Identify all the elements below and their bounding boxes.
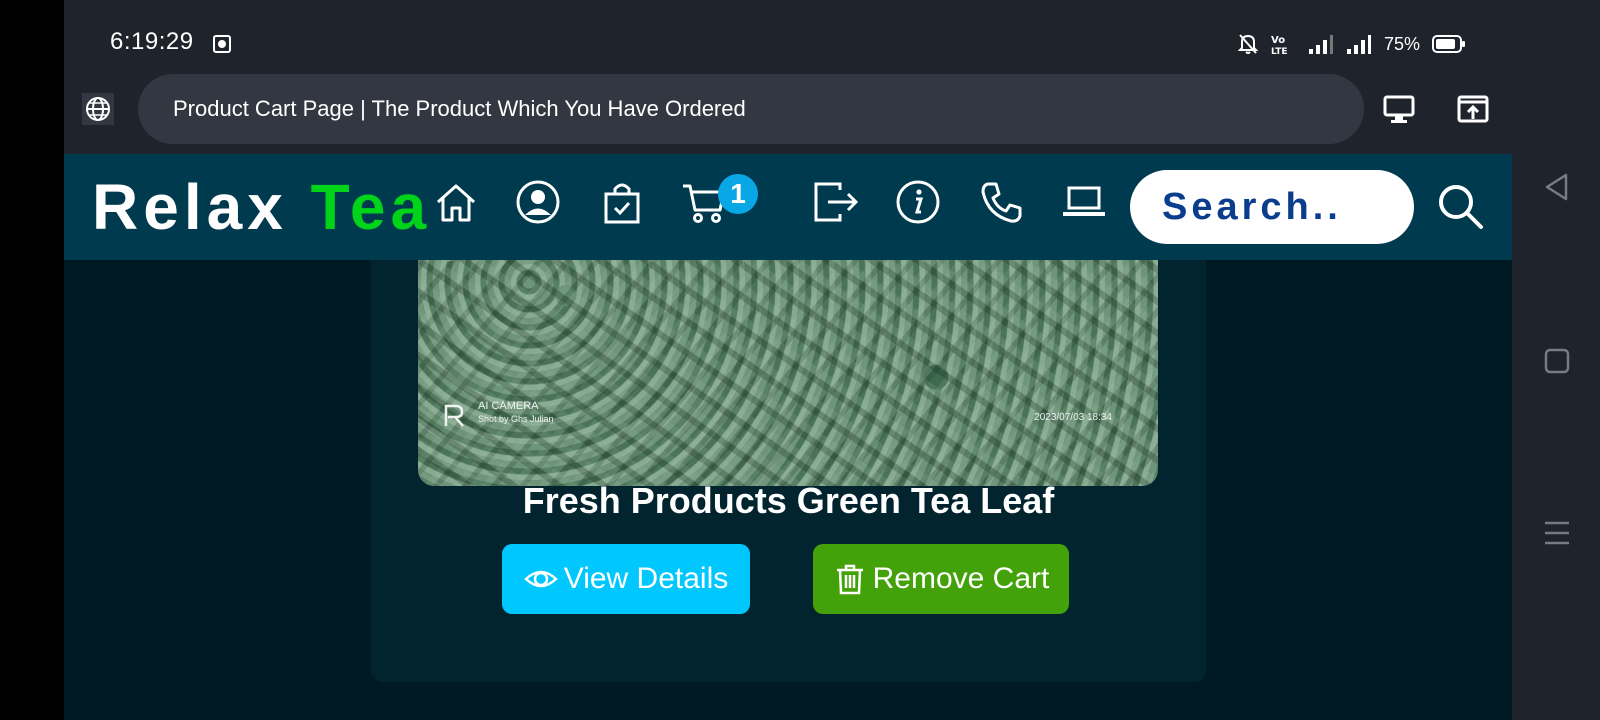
trash-icon (836, 564, 863, 595)
watermark-date: 2023/07/03 18:34 (1034, 412, 1112, 423)
home-icon[interactable] (432, 178, 480, 226)
view-details-label: View Details (563, 562, 729, 595)
watermark-subtitle: Shot by Ghs Julian (478, 414, 554, 424)
search-input[interactable]: Search.. (1130, 170, 1414, 244)
logo-text-tea: Tea (310, 171, 432, 243)
camera-brand-logo (444, 404, 464, 427)
share-icon[interactable] (1456, 92, 1490, 126)
phone-icon[interactable] (978, 178, 1026, 226)
eye-icon (523, 570, 558, 588)
battery-icon (1432, 35, 1465, 53)
status-bar: 6:19:29 Vo LTE 75% (64, 0, 1512, 72)
logout-icon[interactable] (812, 178, 860, 226)
desktop-site-icon[interactable] (1382, 92, 1416, 126)
app-notification-icon (213, 35, 231, 53)
globe-icon[interactable] (82, 93, 114, 125)
home-square-icon[interactable] (1542, 346, 1572, 376)
watermark-title: AI CAMERA (478, 400, 539, 412)
site-header: Relax Tea 1 Search.. (64, 154, 1512, 260)
cart-count-badge: 1 (718, 174, 758, 214)
notification-off-icon (1237, 34, 1258, 54)
back-icon[interactable] (1542, 172, 1572, 202)
svg-text:Vo: Vo (1271, 35, 1285, 46)
browser-toolbar: Product Cart Page | The Product Which Yo… (64, 72, 1512, 154)
signal-icon (1308, 35, 1333, 54)
status-right: Vo LTE 75% (1237, 30, 1466, 58)
view-details-button[interactable]: View Details (502, 544, 750, 614)
phone-screen: 6:19:29 Vo LTE 75% Product Cart Page | T… (64, 0, 1512, 720)
laptop-icon[interactable] (1060, 178, 1108, 226)
search-icon[interactable] (1434, 180, 1486, 232)
menu-icon[interactable] (1542, 518, 1572, 548)
status-time: 6:19:29 (110, 28, 194, 55)
site-logo[interactable]: Relax Tea (92, 170, 431, 244)
user-icon[interactable] (514, 178, 562, 226)
bag-check-icon[interactable] (598, 178, 646, 226)
product-name: Fresh Products Green Tea Leaf (522, 480, 1055, 521)
logo-text-relax: Relax (92, 171, 311, 243)
battery-percent: 75% (1383, 33, 1420, 54)
remove-cart-button[interactable]: Remove Cart (813, 544, 1069, 614)
info-icon[interactable] (894, 178, 942, 226)
android-nav-bar (1512, 0, 1600, 720)
volte-icon: Vo LTE (1271, 35, 1288, 55)
url-bar[interactable]: Product Cart Page | The Product Which Yo… (138, 74, 1364, 144)
remove-cart-label: Remove Cart (872, 562, 1050, 595)
svg-text:LTE: LTE (1271, 47, 1288, 55)
product-card: AI CAMERA Shot by Ghs Julian 2023/07/03 … (371, 214, 1206, 682)
website: Relax Tea 1 Search.. AI CAMERA Shot by G… (64, 154, 1512, 720)
signal-icon (1346, 35, 1371, 54)
